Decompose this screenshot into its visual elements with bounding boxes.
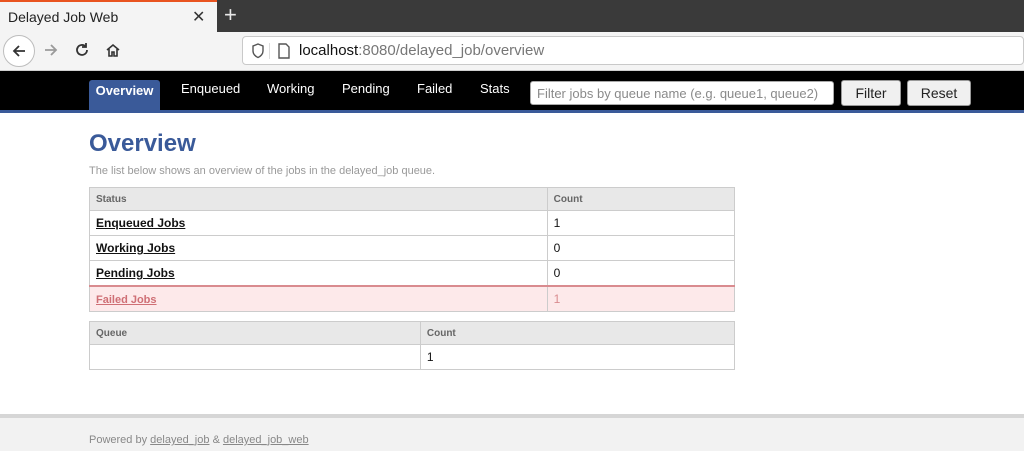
page-title: Overview: [89, 130, 196, 157]
working-jobs-link[interactable]: Working Jobs: [96, 241, 175, 255]
nav-failed[interactable]: Failed: [417, 81, 452, 96]
page-subtitle: The list below shows an overview of the …: [89, 165, 436, 177]
nav-working[interactable]: Working: [267, 81, 314, 96]
enqueued-jobs-link[interactable]: Enqueued Jobs: [96, 216, 185, 230]
pending-jobs-link[interactable]: Pending Jobs: [96, 266, 175, 280]
queue-table: Queue Count 1: [89, 321, 736, 370]
status-header: Status: [89, 187, 548, 211]
back-button[interactable]: [3, 35, 35, 67]
home-button[interactable]: [98, 35, 128, 65]
close-icon[interactable]: ✕: [192, 7, 205, 27]
status-cell: Enqueued Jobs: [89, 210, 548, 236]
nav-stats[interactable]: Stats: [480, 81, 510, 96]
count-header: Count: [546, 187, 736, 211]
queue-cell: [89, 344, 421, 370]
arrow-left-icon: [12, 45, 25, 57]
failed-jobs-link[interactable]: Failed Jobs: [96, 294, 157, 306]
browser-tab-bar: Delayed Job Web ✕ +: [0, 0, 1024, 32]
table-row: Working Jobs 0: [89, 235, 736, 261]
nav-enqueued[interactable]: Enqueued: [181, 81, 240, 96]
browser-tab[interactable]: Delayed Job Web ✕: [0, 0, 217, 32]
url-bar[interactable]: localhost:8080/delayed_job/overview: [242, 36, 1024, 65]
footer-text: Powered by delayed_job & delayed_job_web: [89, 434, 309, 446]
delayed-job-link[interactable]: delayed_job: [150, 434, 209, 446]
new-tab-icon[interactable]: +: [224, 3, 237, 27]
queue-filter-input[interactable]: [530, 81, 834, 105]
shield-icon[interactable]: [251, 43, 265, 59]
count-cell: 0: [546, 235, 736, 261]
nav-overview[interactable]: Overview: [89, 80, 160, 110]
footer: Powered by delayed_job & delayed_job_web: [0, 414, 1024, 451]
count-cell: 0: [546, 260, 736, 287]
table-row: Enqueued Jobs 1: [89, 210, 736, 236]
page-icon[interactable]: [277, 43, 291, 59]
count-cell: 1: [419, 344, 736, 370]
footer-prefix: Powered by: [89, 434, 148, 446]
count-cell: 1: [546, 210, 736, 236]
table-header-row: Queue Count: [89, 321, 736, 345]
queue-header: Queue: [89, 321, 421, 345]
footer-amp: &: [212, 434, 220, 446]
url-text[interactable]: localhost:8080/delayed_job/overview: [299, 42, 544, 59]
status-cell: Working Jobs: [89, 235, 548, 261]
nav-pending[interactable]: Pending: [342, 81, 390, 96]
browser-toolbar: localhost:8080/delayed_job/overview: [0, 32, 1024, 71]
arrow-right-icon: [45, 44, 58, 56]
home-icon: [106, 43, 120, 57]
table-row: 1: [89, 344, 736, 370]
forward-button[interactable]: [36, 35, 66, 65]
status-cell: Pending Jobs: [89, 260, 548, 287]
status-table: Status Count Enqueued Jobs 1 Working Job…: [89, 187, 736, 312]
table-header-row: Status Count: [89, 187, 736, 211]
table-row-failed: Failed Jobs 1: [89, 285, 736, 312]
reload-button[interactable]: [67, 35, 97, 65]
count-header: Count: [419, 321, 736, 345]
reload-icon: [76, 43, 88, 56]
url-path: :8080/delayed_job/overview: [358, 42, 545, 59]
tab-title: Delayed Job Web: [8, 9, 119, 25]
table-row: Pending Jobs 0: [89, 260, 736, 287]
delayed-job-web-link[interactable]: delayed_job_web: [223, 434, 309, 446]
reset-button[interactable]: Reset: [907, 80, 971, 106]
url-separator: [269, 43, 270, 59]
status-cell: Failed Jobs: [89, 285, 548, 312]
count-cell: 1: [546, 285, 736, 312]
filter-button[interactable]: Filter: [841, 80, 901, 106]
url-host: localhost: [299, 42, 359, 59]
